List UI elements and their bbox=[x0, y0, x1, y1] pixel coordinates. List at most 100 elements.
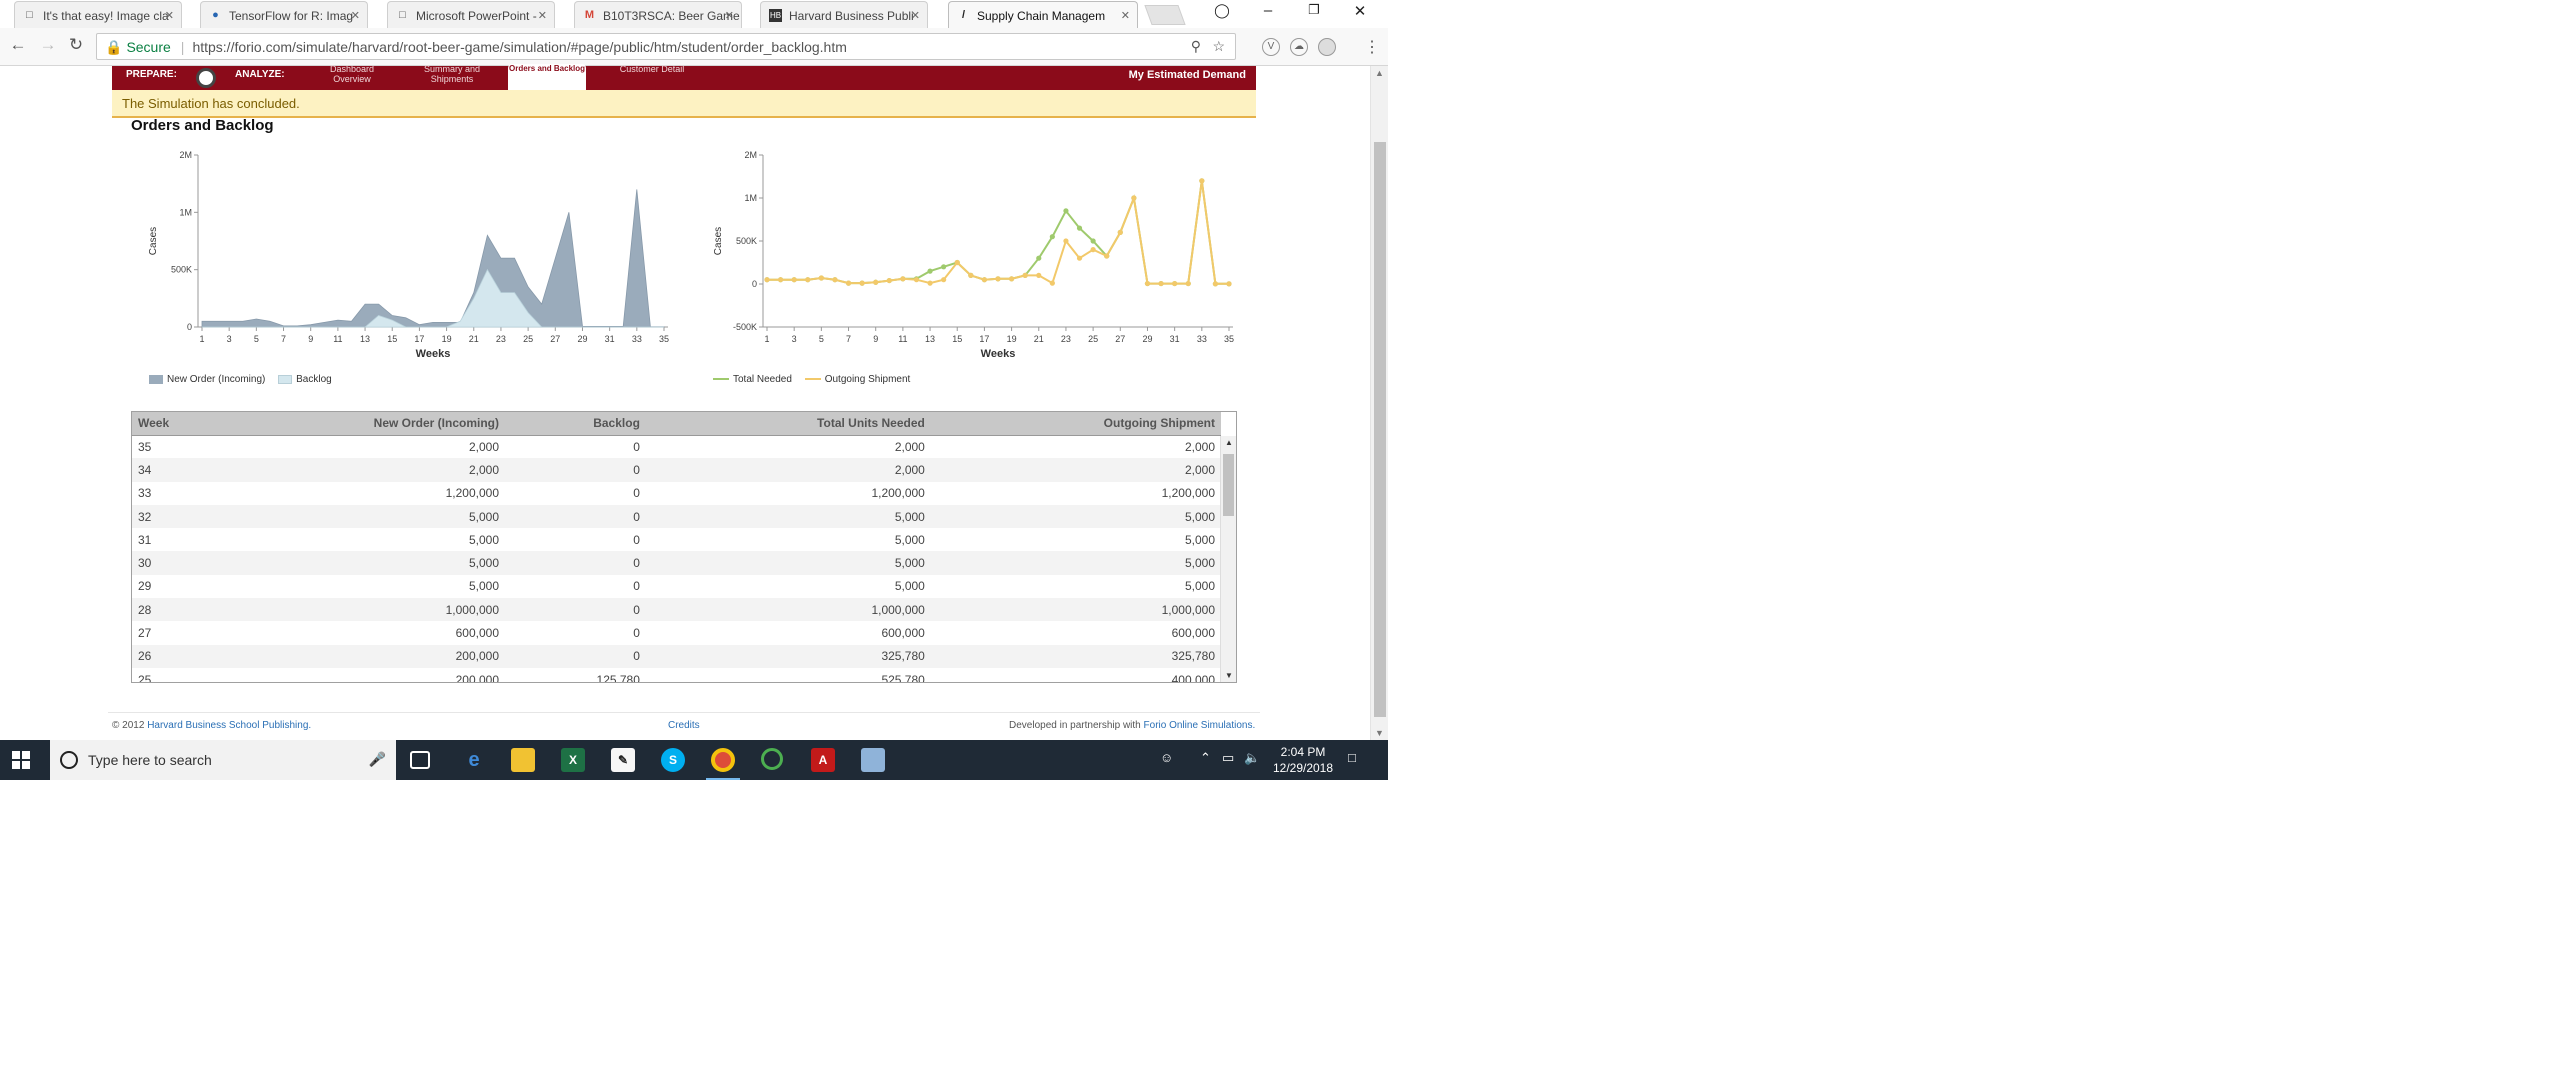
sticky-notes-icon[interactable]: ✎ bbox=[611, 748, 635, 772]
minimize-icon[interactable]: – bbox=[1250, 2, 1286, 19]
close-icon[interactable]: ✕ bbox=[911, 9, 920, 22]
x-tick-label: 35 bbox=[659, 334, 669, 344]
extension-circle-icon[interactable] bbox=[1318, 38, 1336, 56]
people-icon[interactable]: ☺ bbox=[1160, 750, 1173, 765]
publisher-link[interactable]: Harvard Business School Publishing. bbox=[147, 720, 311, 731]
x-tick-label: 27 bbox=[1115, 334, 1125, 344]
right-chart-legend: Total Needed Outgoing Shipment bbox=[713, 374, 920, 385]
table-row[interactable]: 35 2,000 0 2,000 2,000 bbox=[132, 435, 1221, 458]
system-clock[interactable]: 2:04 PM 12/29/2018 bbox=[1268, 744, 1338, 776]
cell-outgoing: 1,200,000 bbox=[1161, 486, 1215, 501]
volume-icon[interactable]: 🔈 bbox=[1244, 750, 1260, 766]
nav-summary-shipments[interactable]: Summary and Shipments bbox=[412, 64, 492, 84]
nav-customer-detail[interactable]: Customer Detail bbox=[607, 64, 697, 74]
close-icon[interactable]: ✕ bbox=[1121, 9, 1130, 22]
extension-v-icon[interactable]: V bbox=[1262, 38, 1280, 56]
column-header-outgoing[interactable]: Outgoing Shipment bbox=[930, 412, 1221, 436]
column-header-total-units[interactable]: Total Units Needed bbox=[645, 412, 931, 436]
table-row[interactable]: 28 1,000,000 0 1,000,000 1,000,000 bbox=[132, 598, 1221, 622]
table-scrollbar[interactable]: ▲ ▼ bbox=[1220, 436, 1236, 682]
table-row[interactable]: 25 200,000 125,780 525,780 400,000 bbox=[132, 668, 1221, 682]
taskbar-search[interactable]: Type here to search 🎤 bbox=[50, 740, 396, 780]
browser-tab-3[interactable]: □ Microsoft PowerPoint - ✕ bbox=[387, 1, 555, 28]
chrome-icon[interactable] bbox=[711, 748, 735, 772]
browser-tab-6-active[interactable]: / Supply Chain Managem ✕ bbox=[948, 1, 1138, 28]
column-header-week[interactable]: Week bbox=[132, 412, 257, 436]
restore-icon[interactable]: ❐ bbox=[1296, 2, 1332, 18]
tab-title: It's that easy! Image cla bbox=[43, 9, 169, 23]
close-icon[interactable]: ✕ bbox=[351, 9, 360, 22]
app-window-icon[interactable] bbox=[861, 748, 885, 772]
table-row[interactable]: 30 5,000 0 5,000 5,000 bbox=[132, 551, 1221, 575]
table-row[interactable]: 27 600,000 0 600,000 600,000 bbox=[132, 621, 1221, 644]
close-icon[interactable]: ✕ bbox=[538, 9, 547, 22]
profile-icon[interactable]: ◯ bbox=[1204, 2, 1240, 19]
windows-start-icon[interactable] bbox=[12, 751, 30, 769]
data-point-total-needed bbox=[1063, 208, 1069, 214]
scroll-up-icon[interactable]: ▲ bbox=[1375, 68, 1384, 78]
cell-new-order: 1,200,000 bbox=[445, 486, 499, 501]
microphone-icon[interactable]: 🎤 bbox=[369, 751, 386, 768]
extension-cloud-icon[interactable]: ☁ bbox=[1290, 38, 1308, 56]
scrollbar-thumb[interactable] bbox=[1374, 142, 1386, 717]
column-header-new-order[interactable]: New Order (Incoming) bbox=[256, 412, 505, 436]
cell-week: 32 bbox=[132, 504, 257, 529]
scroll-up-icon[interactable]: ▲ bbox=[1225, 438, 1233, 447]
table-scrollbar-thumb[interactable] bbox=[1223, 454, 1234, 516]
browser-tab-1[interactable]: □ It's that easy! Image cla ✕ bbox=[14, 1, 182, 28]
browser-tab-4[interactable]: M B10T3RSCA: Beer Game ✕ bbox=[574, 1, 742, 28]
battery-icon[interactable]: ▭ bbox=[1222, 750, 1234, 766]
edge-icon[interactable]: e bbox=[462, 748, 486, 772]
cell-backlog: 0 bbox=[633, 579, 640, 594]
excel-icon[interactable]: X bbox=[561, 748, 585, 772]
zoom-icon[interactable]: ⚲ bbox=[1191, 38, 1201, 55]
nav-dashboard-overview[interactable]: Dashboard Overview bbox=[312, 64, 392, 84]
table-row[interactable]: 32 5,000 0 5,000 5,000 bbox=[132, 504, 1221, 529]
nav-orders-backlog[interactable]: Orders and Backlog bbox=[508, 64, 586, 90]
table-row[interactable]: 29 5,000 0 5,000 5,000 bbox=[132, 575, 1221, 598]
close-icon[interactable]: ✕ bbox=[725, 9, 734, 22]
x-tick-label: 25 bbox=[523, 334, 533, 344]
scroll-down-icon[interactable]: ▼ bbox=[1225, 671, 1233, 680]
legend-new-order: New Order (Incoming) bbox=[149, 374, 265, 385]
reload-icon[interactable]: ↻ bbox=[64, 35, 88, 55]
x-tick-label: 21 bbox=[469, 334, 479, 344]
table-row[interactable]: 26 200,000 0 325,780 325,780 bbox=[132, 644, 1221, 668]
table-row[interactable]: 33 1,200,000 0 1,200,000 1,200,000 bbox=[132, 482, 1221, 505]
y-tick-label: 0 bbox=[187, 322, 192, 332]
data-point-outgoing-shipment bbox=[764, 277, 770, 283]
page-scrollbar[interactable]: ▲ ▼ bbox=[1370, 66, 1388, 740]
skype-icon[interactable]: S bbox=[661, 748, 685, 772]
show-hidden-icons[interactable]: ⌃ bbox=[1200, 750, 1211, 766]
task-view-icon[interactable] bbox=[410, 751, 430, 769]
table-row[interactable]: 34 2,000 0 2,000 2,000 bbox=[132, 458, 1221, 482]
credits-link[interactable]: Credits bbox=[668, 720, 700, 731]
browser-tab-5[interactable]: HB Harvard Business Publi ✕ bbox=[760, 1, 928, 28]
close-icon[interactable]: ✕ bbox=[165, 9, 174, 22]
close-window-icon[interactable]: ✕ bbox=[1342, 2, 1378, 20]
scroll-down-icon[interactable]: ▼ bbox=[1375, 728, 1384, 738]
new-tab-button[interactable] bbox=[1144, 5, 1186, 25]
app-circle-icon[interactable] bbox=[761, 748, 783, 770]
nav-my-estimated-demand[interactable]: My Estimated Demand bbox=[1129, 69, 1246, 81]
table-row[interactable]: 31 5,000 0 5,000 5,000 bbox=[132, 528, 1221, 551]
data-point-outgoing-shipment bbox=[1076, 255, 1083, 261]
partner-link[interactable]: Forio Online Simulations. bbox=[1144, 720, 1256, 731]
menu-kebab-icon[interactable]: ⋮ bbox=[1364, 37, 1380, 57]
back-icon[interactable]: ← bbox=[6, 35, 30, 55]
series-area-backlog bbox=[202, 268, 664, 328]
y-tick-label: 2M bbox=[744, 150, 757, 160]
acrobat-icon[interactable]: A bbox=[811, 748, 835, 772]
bookmark-star-icon[interactable]: ☆ bbox=[1212, 38, 1225, 55]
action-center-icon[interactable]: □ bbox=[1348, 750, 1356, 765]
file-explorer-icon[interactable] bbox=[511, 748, 535, 772]
forward-icon[interactable]: → bbox=[36, 35, 60, 55]
data-point-total-needed bbox=[1049, 234, 1055, 240]
address-bar[interactable]: 🔒 Secure | https://forio.com/simulate/harva… bbox=[96, 33, 1236, 60]
data-point-outgoing-shipment bbox=[1104, 253, 1110, 259]
browser-tab-2[interactable]: ● TensorFlow for R: Imag ✕ bbox=[200, 1, 368, 28]
cell-backlog: 0 bbox=[505, 504, 646, 529]
column-header-backlog[interactable]: Backlog bbox=[505, 412, 646, 436]
data-point-outgoing-shipment bbox=[968, 272, 974, 278]
series-line-outgoing-shipment bbox=[767, 180, 1229, 285]
